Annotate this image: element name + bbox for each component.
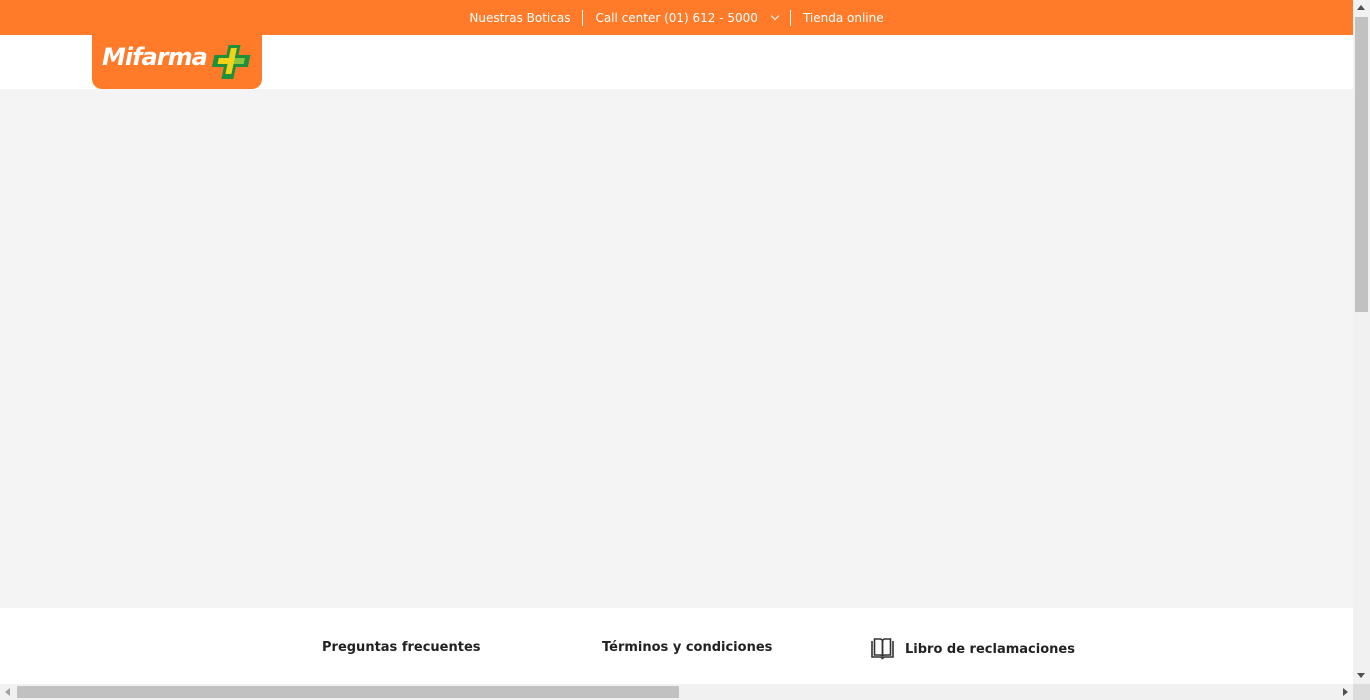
vertical-scrollbar[interactable] bbox=[1353, 0, 1370, 684]
horizontal-scrollbar[interactable] bbox=[0, 684, 1353, 700]
terms-link[interactable]: Términos y condiciones bbox=[602, 640, 772, 655]
vertical-scroll-thumb[interactable] bbox=[1355, 17, 1368, 312]
scroll-left-arrow-icon[interactable] bbox=[5, 688, 10, 696]
logo-wordmark: Mifarma bbox=[102, 43, 208, 71]
faq-link[interactable]: Preguntas frecuentes bbox=[322, 640, 481, 655]
complaints-book-link[interactable]: Libro de reclamaciones bbox=[870, 638, 1075, 660]
nav-call-center-dropdown[interactable]: Call center (01) 612 - 5000 bbox=[583, 10, 790, 26]
nav-online-store-label: Tienda online bbox=[802, 10, 884, 25]
scroll-down-arrow-icon[interactable] bbox=[1357, 673, 1365, 678]
complaints-book-label: Libro de reclamaciones bbox=[905, 641, 1075, 657]
nav-call-center-label: Call center (01) 612 - 5000 bbox=[595, 10, 758, 25]
nav-online-store-link[interactable]: Tienda online bbox=[791, 10, 896, 26]
nav-stores-label: Nuestras Boticas bbox=[469, 10, 571, 25]
cross-icon bbox=[211, 45, 251, 79]
footer: Preguntas frecuentes Términos y condicio… bbox=[0, 608, 1353, 684]
scroll-right-arrow-icon[interactable] bbox=[1343, 688, 1348, 696]
mifarma-logo[interactable]: Mifarma bbox=[92, 35, 262, 89]
top-nav: Nuestras Boticas Call center (01) 612 - … bbox=[0, 0, 1353, 35]
scrollbar-corner bbox=[1353, 684, 1370, 700]
page: Nuestras Boticas Call center (01) 612 - … bbox=[0, 0, 1353, 684]
top-bar: Nuestras Boticas Call center (01) 612 - … bbox=[0, 0, 1353, 35]
nav-stores-link[interactable]: Nuestras Boticas bbox=[457, 10, 582, 26]
scroll-up-arrow-icon[interactable] bbox=[1357, 5, 1365, 10]
horizontal-scroll-thumb[interactable] bbox=[17, 686, 679, 698]
book-icon bbox=[871, 638, 894, 660]
chevron-down-icon bbox=[770, 11, 780, 20]
main-content bbox=[0, 89, 1353, 608]
